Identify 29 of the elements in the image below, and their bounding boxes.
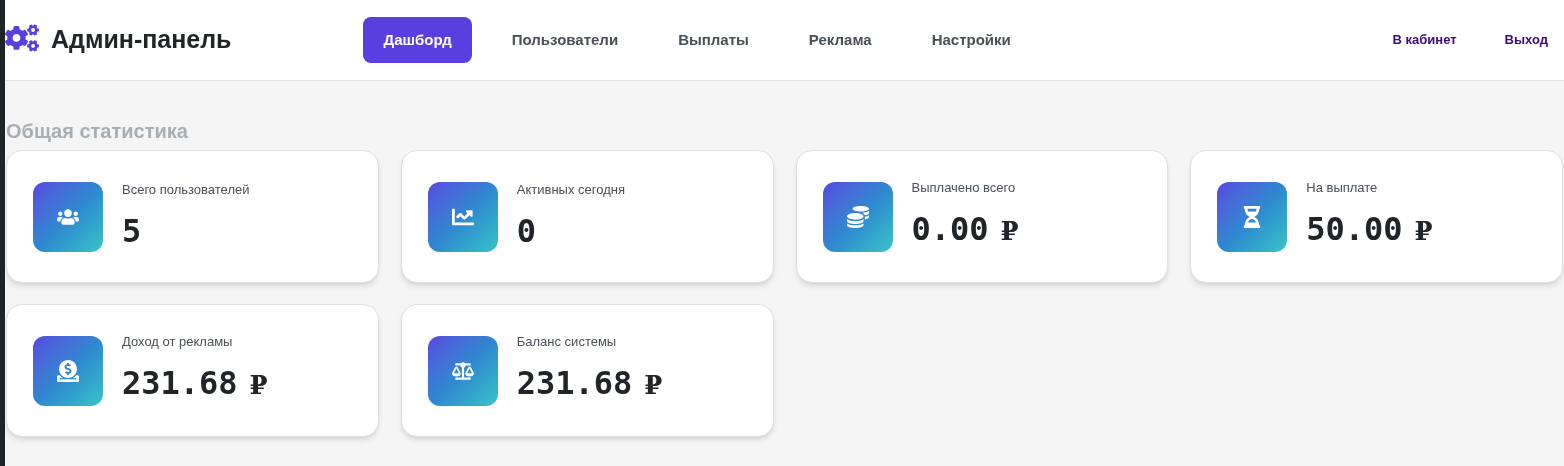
stat-value: 5	[122, 213, 142, 250]
header-link[interactable]: Выход	[1504, 30, 1548, 50]
gears-icon	[5, 24, 39, 52]
nav-tab[interactable]: Выплаты	[658, 17, 769, 63]
coin-icon	[57, 359, 79, 382]
stat-label: Активных сегодня	[516, 180, 625, 199]
scales-icon	[451, 359, 474, 382]
stat-label: Выплачено всего	[911, 178, 1017, 197]
stat-label: Доход от рекламы	[122, 332, 234, 351]
section-title: Общая статистика	[6, 119, 189, 143]
stat-value: 50.00	[1306, 211, 1403, 248]
stat-value: 231.68	[516, 365, 633, 402]
stat-label: На выплате	[1306, 178, 1379, 197]
currency-sign: ₽	[1414, 215, 1433, 249]
nav-tab[interactable]: Пользователи	[491, 17, 639, 63]
stat-label: Всего пользователей	[122, 180, 250, 199]
coins-icon	[846, 205, 869, 228]
stat-label: Баланс системы	[516, 332, 618, 351]
nav-tab[interactable]: Реклама	[788, 17, 892, 63]
nav-tab[interactable]: Дашборд	[363, 17, 472, 63]
currency-sign: ₽	[1000, 215, 1019, 249]
header-link[interactable]: В кабинет	[1392, 30, 1457, 50]
nav-tab[interactable]: Настройки	[911, 17, 1031, 63]
currency-sign: ₽	[644, 369, 663, 403]
stat-value: 231.68	[122, 365, 238, 402]
stat-value: 0	[516, 213, 536, 250]
stat-value: 0.00	[911, 211, 989, 248]
currency-sign: ₽	[249, 369, 268, 403]
app-title: Админ-панель	[51, 24, 232, 56]
